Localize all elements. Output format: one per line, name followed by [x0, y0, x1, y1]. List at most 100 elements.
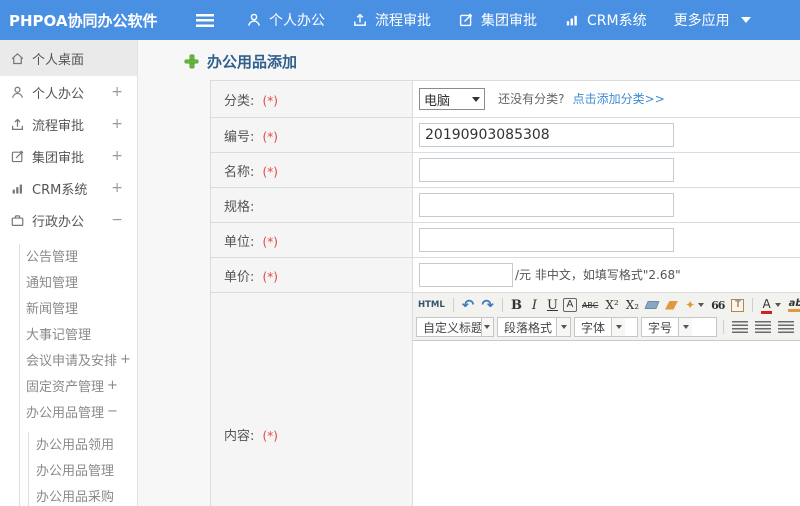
underline-button[interactable]: U	[545, 296, 560, 314]
home-icon	[11, 52, 24, 64]
align-center-icon[interactable]	[753, 318, 773, 336]
category-select[interactable]: 电脑	[419, 88, 485, 110]
nav-label: CRM系统	[587, 13, 647, 29]
briefcase-icon	[11, 214, 24, 226]
format-brush-icon[interactable]	[663, 296, 680, 314]
strikethrough-button[interactable]: ABC	[580, 296, 600, 314]
user-icon	[11, 86, 24, 98]
align-right-icon[interactable]	[776, 318, 796, 336]
font-border-button[interactable]: A	[562, 298, 577, 312]
expand-plus-icon[interactable]: +	[111, 180, 123, 196]
sidebar-subitem-office-supplies-mgmt[interactable]: 办公用品管理 −	[0, 398, 137, 424]
name-value-cell	[412, 152, 800, 188]
sidebar-subitem-supplies-manage[interactable]: 办公用品管理	[0, 456, 137, 482]
font-color-chip: A	[761, 297, 772, 314]
dropdown-label: 自定义标题	[423, 320, 481, 335]
menu-toggle-icon[interactable]	[196, 13, 214, 27]
align-left-icon[interactable]	[730, 318, 750, 336]
expand-plus-icon[interactable]: +	[111, 84, 123, 100]
field-label: 单价:	[224, 269, 255, 285]
sidebar-subitem-supplies-purchase[interactable]: 办公用品采购	[0, 482, 137, 506]
font-size-dropdown[interactable]: 字号	[641, 317, 717, 337]
expand-plus-icon[interactable]: +	[120, 352, 131, 367]
sidebar-item-personal-office[interactable]: 个人办公 +	[0, 76, 137, 108]
sidebar-item-admin-office[interactable]: 行政办公 −	[0, 204, 137, 236]
sidebar-subitem-supplies-claim[interactable]: 办公用品领用	[0, 430, 137, 456]
sidebar-item-crm-system[interactable]: CRM系统 +	[0, 172, 137, 204]
spec-input[interactable]	[419, 193, 674, 217]
sidebar-subitem-notice-mgmt[interactable]: 通知管理	[0, 268, 137, 294]
subitem-label: 公告管理	[26, 249, 79, 265]
nav-workflow-approval[interactable]: 流程审批	[352, 10, 431, 30]
field-label: 分类:	[224, 93, 255, 109]
upload-icon	[12, 118, 23, 130]
price-input[interactable]	[419, 263, 513, 287]
expand-plus-icon[interactable]: +	[111, 148, 123, 164]
dropdown-label: 字号	[648, 320, 673, 335]
add-category-link[interactable]: 点击添加分类>>	[573, 92, 665, 106]
sidebar-subitem-news-mgmt[interactable]: 新闻管理	[0, 294, 137, 320]
caret-down-icon	[698, 303, 705, 307]
paragraph-format-dropdown[interactable]: 段落格式	[497, 317, 571, 337]
nav-label: 流程审批	[375, 13, 431, 29]
toolbar-separator	[501, 298, 503, 312]
expand-plus-icon[interactable]: +	[111, 116, 123, 132]
unit-value-cell	[412, 222, 800, 258]
nav-crm-system[interactable]: CRM系统	[564, 10, 647, 30]
sidebar-item-workflow-approval[interactable]: 流程审批 +	[0, 108, 137, 140]
app-window: PHPOA协同办公软件 个人办公 流程审批 集团审批 CRM系统 更多应用 个人…	[0, 0, 800, 506]
sidebar-subitem-fixed-assets-mgmt[interactable]: 固定资产管理 +	[0, 372, 137, 398]
caret-down-icon	[480, 318, 493, 336]
nav-label: 个人办公	[269, 13, 325, 29]
code-input[interactable]	[419, 123, 674, 147]
editor-toolbar: HTML ↶ ↷ B I U A ABC X² X₂ ✦ 66 T A a 自定…	[413, 293, 800, 341]
content-label-cell: 内容: (*)	[210, 292, 413, 506]
html-source-button[interactable]: HTML	[416, 296, 447, 314]
sidebar: 个人桌面 个人办公 + 流程审批 + 集团审批 + CRM系统 + 行政办公 −	[0, 40, 138, 506]
bold-button[interactable]: B	[509, 296, 524, 314]
editor-content-area[interactable]	[413, 341, 800, 506]
font-color-button[interactable]: A	[759, 296, 782, 314]
align-bars	[755, 321, 771, 333]
auto-typeset-button[interactable]: ✦	[683, 296, 706, 314]
italic-button[interactable]: I	[527, 296, 542, 314]
sidebar-item-label: 集团审批	[32, 150, 85, 166]
subscript-button[interactable]: X₂	[624, 296, 641, 314]
edit-icon	[459, 13, 473, 27]
superscript-button[interactable]: X²	[603, 296, 620, 314]
paste-text-button[interactable]: T	[729, 296, 746, 314]
editor-toolbar-row-2: 自定义标题 段落格式 字体 字号 ∞	[416, 316, 800, 338]
required-mark: (*)	[262, 129, 278, 144]
user-icon	[248, 13, 260, 26]
form-row-unit: 单位: (*)	[210, 222, 800, 258]
unit-input[interactable]	[419, 228, 674, 252]
upload-icon	[354, 13, 366, 26]
nav-group-approval[interactable]: 集团审批	[458, 10, 537, 30]
collapse-minus-icon[interactable]: −	[111, 212, 123, 228]
top-navigation: 个人办公 流程审批 集团审批 CRM系统 更多应用	[246, 10, 751, 30]
name-input[interactable]	[419, 158, 674, 182]
collapse-minus-icon[interactable]: −	[107, 404, 118, 419]
expand-plus-icon[interactable]: +	[107, 378, 118, 393]
highlight-color-chip: ab	[787, 298, 800, 312]
caret-down-icon	[740, 17, 751, 23]
nav-more-apps[interactable]: 更多应用	[674, 10, 751, 30]
sidebar-item-personal-desktop[interactable]: 个人桌面	[0, 40, 137, 76]
redo-icon[interactable]: ↷	[479, 296, 496, 314]
font-family-dropdown[interactable]: 字体	[574, 317, 638, 337]
sidebar-subitem-memorabilia-mgmt[interactable]: 大事记管理	[0, 320, 137, 346]
required-mark: (*)	[262, 269, 278, 284]
nav-personal-office[interactable]: 个人办公	[246, 10, 325, 30]
required-mark: (*)	[262, 428, 278, 443]
caret-down-icon	[774, 303, 781, 307]
sidebar-subitem-announcement-mgmt[interactable]: 公告管理	[0, 242, 137, 268]
undo-icon[interactable]: ↶	[460, 296, 477, 314]
custom-heading-dropdown[interactable]: 自定义标题	[416, 317, 494, 337]
sidebar-subitem-meeting-request[interactable]: 会议申请及安排 +	[0, 346, 137, 372]
eraser-icon[interactable]	[644, 296, 660, 314]
sidebar-item-label: 个人办公	[32, 86, 85, 102]
main-content: 办公用品添加 分类: (*) 电脑 还没有分类? 点击添加分类>> 编号: (*…	[139, 40, 800, 506]
blockquote-button[interactable]: 66	[709, 296, 726, 314]
sidebar-item-group-approval[interactable]: 集团审批 +	[0, 140, 137, 172]
highlight-color-button[interactable]: ab	[786, 296, 800, 314]
